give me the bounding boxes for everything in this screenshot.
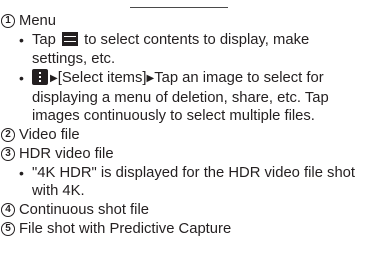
bullet-glyph: • [19,164,24,181]
menu-bullet-1-pre: Tap [32,32,56,48]
top-rule [130,7,228,8]
bullet-glyph: • [19,70,24,86]
item-number-5: 5 [1,221,15,236]
item-video: 2 Video file [0,126,374,145]
item-predictive-title: File shot with Predictive Capture [19,220,232,237]
hdr-bullet: • "4K HDR" is displayed for the HDR vide… [0,164,374,201]
bullet-glyph: • [19,32,24,48]
item-number-3: 3 [1,146,15,161]
item-hdr: 3 HDR video file [0,145,374,164]
item-number-4: 4 [1,202,15,217]
menu-icon [61,32,78,46]
item-continuous-title: Continuous shot file [19,201,149,218]
item-menu: 1 Menu [0,12,374,31]
menu-bullet-2-post: Tap an image to select for [154,70,324,86]
item-menu-title: Menu [19,13,57,29]
item-predictive: 5 File shot with Predictive Capture [0,220,374,239]
menu-bullet-1-post: to select contents to display, make [84,32,310,48]
menu-bullet-1: • Tap to select contents to display, mak… [0,31,374,68]
item-number-2: 2 [1,127,15,142]
select-items-label: [Select items] [57,70,147,86]
more-options-icon [32,69,48,85]
menu-bullet-2-line3: images continuously to select multiple f… [32,108,315,124]
menu-bullet-2: • ▶[Select items]▶Tap an image to select… [0,69,374,126]
hdr-bullet-line1: "4K HDR" is displayed for the HDR video … [32,164,356,181]
arrow-icon: ▶ [50,73,58,84]
menu-bullet-1-line2: settings, etc. [32,50,116,67]
item-video-title: Video file [19,126,80,143]
document-body: 1 Menu • Tap to select contents to displ… [0,12,374,239]
item-number-1: 1 [1,14,15,28]
menu-bullet-2-line2: displaying a menu of deletion, share, et… [32,89,329,106]
hdr-bullet-line2: with 4K. [32,183,85,199]
item-hdr-title: HDR video file [19,145,114,162]
item-continuous: 4 Continuous shot file [0,201,374,220]
